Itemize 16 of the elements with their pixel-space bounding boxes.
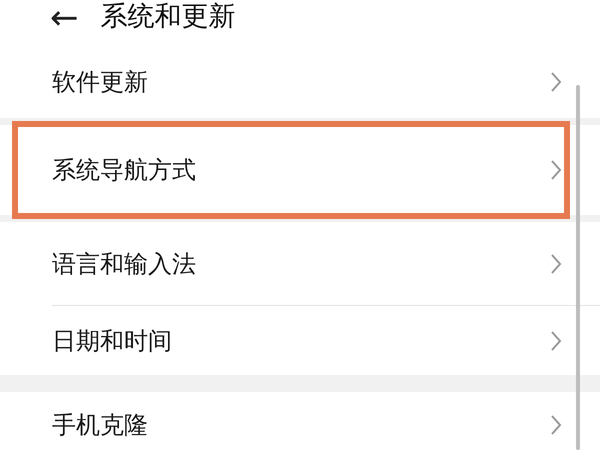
chevron-icon <box>550 414 562 436</box>
settings-row[interactable]: 软件更新 <box>0 45 600 118</box>
settings-row[interactable]: 语言和输入法 <box>0 222 600 305</box>
back-button[interactable]: ← <box>50 0 78 34</box>
chevron-icon <box>550 330 562 352</box>
chevron-icon <box>550 252 562 274</box>
settings-row[interactable]: 手机克隆 <box>0 392 600 450</box>
chevron-icon <box>550 70 562 92</box>
row-label: 语言和输入法 <box>52 248 196 280</box>
row-label: 日期和时间 <box>52 326 172 356</box>
row-label: 软件更新 <box>52 66 148 98</box>
page-title: 系统和更新 <box>100 0 236 34</box>
settings-row[interactable]: 系统导航方式 <box>0 125 600 215</box>
chevron-icon <box>550 159 562 181</box>
row-label: 系统导航方式 <box>52 155 196 186</box>
row-label: 手机克隆 <box>52 410 148 440</box>
